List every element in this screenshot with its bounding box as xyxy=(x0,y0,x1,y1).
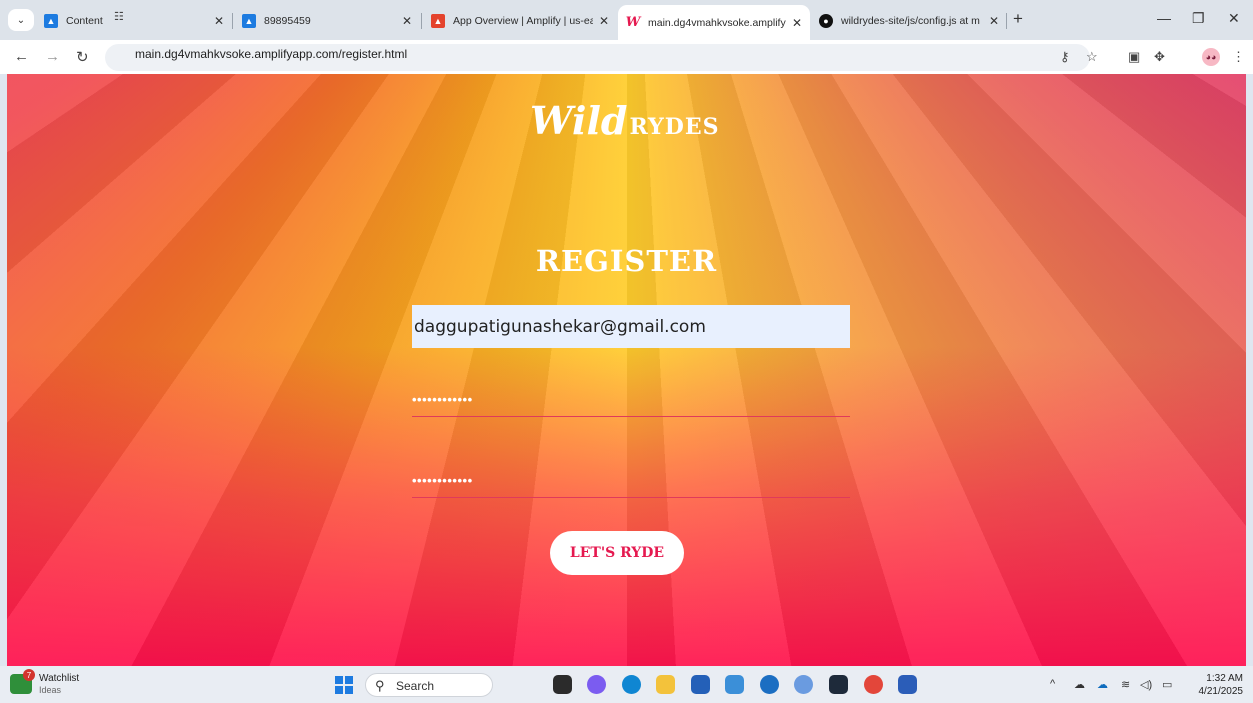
minimize-button[interactable]: — xyxy=(1157,10,1171,26)
email-field[interactable] xyxy=(412,305,850,348)
store-icon[interactable] xyxy=(691,675,710,694)
copilot-icon[interactable] xyxy=(587,675,606,694)
tab-strip: ⌄ ▲ Content ✕ ▲ 89895459 ✕ ▲ App Overvie… xyxy=(0,0,1253,40)
widget-subtitle: Ideas xyxy=(39,685,62,695)
new-tab-button[interactable]: + xyxy=(1013,9,1023,29)
browser-window: ⌄ ▲ Content ✕ ▲ 89895459 ✕ ▲ App Overvie… xyxy=(0,0,1253,703)
close-window-button[interactable]: ✕ xyxy=(1228,10,1240,27)
photos-icon[interactable] xyxy=(725,675,744,694)
widget-title[interactable]: Watchlist xyxy=(39,673,79,684)
close-tab-icon[interactable]: ✕ xyxy=(402,14,412,28)
amplify-icon: ▲ xyxy=(431,13,445,28)
tab-divider xyxy=(232,13,233,29)
wildrydes-logo[interactable]: WildRYDES xyxy=(530,98,720,143)
wildrydes-icon: W xyxy=(625,15,641,30)
forward-button[interactable]: → xyxy=(45,48,60,65)
reload-button[interactable]: ↻ xyxy=(76,48,89,66)
key-icon[interactable]: ⚷ xyxy=(1060,49,1070,65)
profile-avatar-icon[interactable]: ◕◕ xyxy=(1202,48,1220,66)
taskbar: 7 Watchlist Ideas ⚲ Search ^ ☁ ☁ ≋ ◁) ▭ 1… xyxy=(0,666,1253,703)
tab-content[interactable]: ▲ Content ✕ xyxy=(36,5,232,36)
tab-89895459[interactable]: ▲ 89895459 ✕ xyxy=(234,5,420,36)
tab-app-overview[interactable]: ▲ App Overview | Amplify | us-ea ✕ xyxy=(423,5,617,36)
background-rays xyxy=(7,74,1246,666)
menu-icon[interactable]: ⋮ xyxy=(1232,49,1245,65)
volume-icon[interactable]: ◁) xyxy=(1140,678,1152,691)
github-icon: ● xyxy=(819,13,833,28)
cloud-outline-icon[interactable]: ☁ xyxy=(1074,678,1085,691)
confirm-password-field[interactable]: •••••••••••• xyxy=(412,464,850,498)
windows-start-icon[interactable] xyxy=(335,676,353,694)
bookmark-star-icon[interactable]: ☆ xyxy=(1086,49,1098,65)
wifi-icon[interactable]: ≋ xyxy=(1121,678,1130,691)
chrome-icon[interactable] xyxy=(864,675,883,694)
tab-search-button[interactable]: ⌄ xyxy=(8,9,34,31)
tab-divider xyxy=(421,13,422,29)
lets-ryde-button[interactable]: LET'S RYDE xyxy=(550,531,684,575)
close-tab-icon[interactable]: ✕ xyxy=(214,14,224,28)
taskbar-search[interactable]: ⚲ Search xyxy=(365,673,493,697)
site-info-icon[interactable]: ☷ xyxy=(114,10,124,23)
page-title: REGISTER xyxy=(535,244,718,278)
r-app-icon[interactable] xyxy=(794,675,813,694)
web-page: WildRYDES REGISTER •••••••••••• ••••••••… xyxy=(7,74,1246,666)
outlook-icon[interactable] xyxy=(760,675,779,694)
url-text[interactable]: main.dg4vmahkvsoke.amplifyapp.com/regist… xyxy=(135,47,407,61)
amplify-icon: ▲ xyxy=(242,13,256,28)
close-tab-icon[interactable]: ✕ xyxy=(989,14,999,28)
back-button[interactable]: ← xyxy=(14,48,29,65)
password-field[interactable]: •••••••••••• xyxy=(412,383,850,417)
amplify-icon: ▲ xyxy=(44,13,58,28)
task-view-icon[interactable] xyxy=(553,675,572,694)
system-clock[interactable]: 1:32 AM 4/21/2025 xyxy=(1197,672,1244,698)
close-tab-icon[interactable]: ✕ xyxy=(599,14,609,28)
file-explorer-icon[interactable] xyxy=(656,675,675,694)
extension-icon[interactable]: ▣ xyxy=(1128,49,1140,65)
search-icon: ⚲ xyxy=(375,678,385,693)
chevron-up-icon[interactable]: ^ xyxy=(1050,678,1055,690)
sticky-notes-icon[interactable] xyxy=(829,675,848,694)
tab-divider xyxy=(1006,13,1007,29)
onedrive-icon[interactable]: ☁ xyxy=(1097,678,1108,691)
restore-button[interactable]: ❐ xyxy=(1192,10,1205,27)
tab-wildrydes-register[interactable]: W main.dg4vmahkvsoke.amplifya ✕ xyxy=(618,5,810,40)
word-icon[interactable] xyxy=(898,675,917,694)
puzzle-icon[interactable]: ✥ xyxy=(1154,49,1165,65)
tab-github-config[interactable]: ● wildrydes-site/js/config.js at m ✕ xyxy=(811,5,1007,36)
battery-icon[interactable]: ▭ xyxy=(1162,678,1172,691)
chevron-down-icon: ⌄ xyxy=(16,14,26,26)
notification-badge: 7 xyxy=(23,669,35,681)
close-tab-icon[interactable]: ✕ xyxy=(792,16,802,30)
edge-icon[interactable] xyxy=(622,675,641,694)
